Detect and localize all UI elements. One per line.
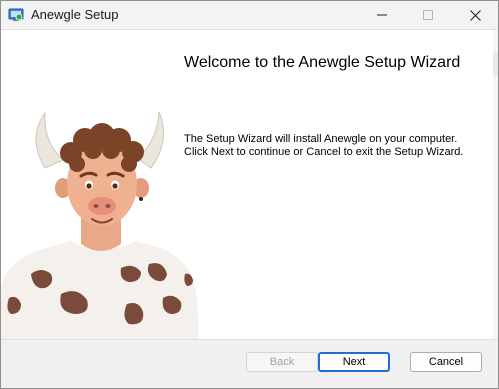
back-button[interactable]: Back	[246, 352, 318, 372]
close-button[interactable]	[452, 1, 498, 29]
cancel-button[interactable]: Cancel	[410, 352, 482, 372]
welcome-heading: Welcome to the Anewgle Setup Wizard	[184, 54, 461, 71]
next-button-label: Next	[342, 356, 366, 368]
minimize-icon	[377, 14, 387, 16]
minimize-button[interactable]	[359, 1, 405, 29]
right-edge-strip	[493, 30, 498, 339]
mascot-illustration	[1, 111, 199, 339]
setup-window: Anewgle Setup Welcome to the Anewgle Set…	[0, 0, 499, 389]
wizard-footer: Back Next Cancel	[1, 339, 498, 388]
maximize-icon	[423, 10, 433, 20]
back-button-label: Back	[269, 356, 295, 368]
right-edge-notch	[493, 53, 498, 75]
welcome-description: The Setup Wizard will install Anewgle on…	[184, 133, 464, 158]
maximize-button[interactable]	[405, 1, 451, 29]
setup-installer-icon	[8, 8, 24, 21]
cancel-button-label: Cancel	[428, 356, 464, 368]
next-button[interactable]: Next	[318, 352, 390, 372]
close-icon	[469, 9, 481, 21]
wizard-content: Welcome to the Anewgle Setup Wizard The …	[1, 30, 498, 339]
title-bar[interactable]: Anewgle Setup	[1, 1, 498, 30]
window-title: Anewgle Setup	[31, 7, 119, 22]
